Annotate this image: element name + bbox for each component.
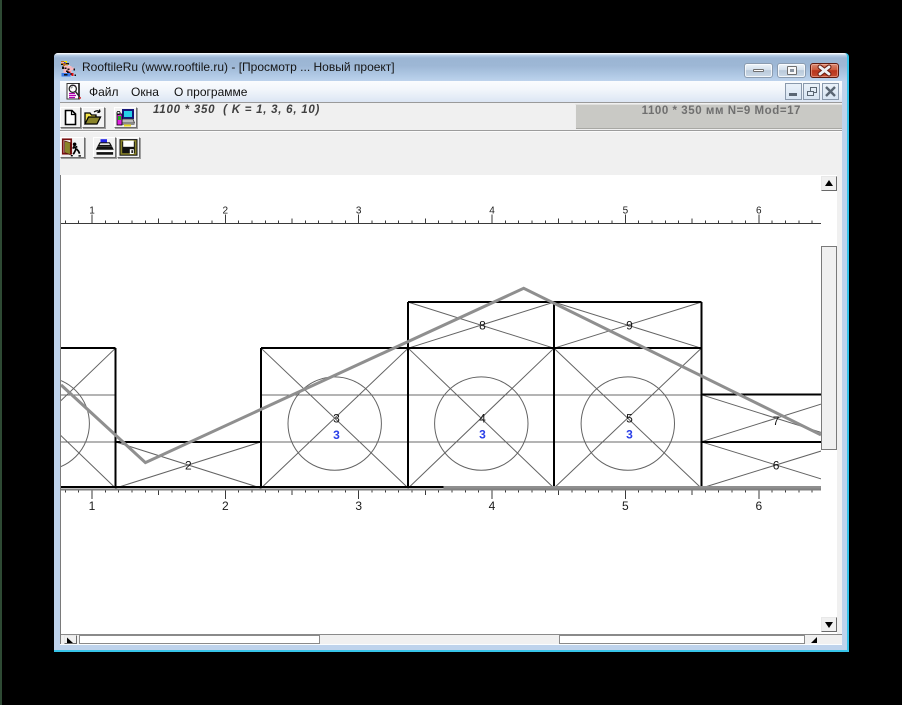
svg-text:1: 1: [88, 499, 95, 513]
svg-text:3: 3: [626, 428, 633, 442]
svg-text:3: 3: [355, 499, 362, 513]
svg-text:3: 3: [479, 428, 486, 442]
svg-text:4: 4: [489, 206, 495, 217]
svg-text:2: 2: [222, 206, 228, 217]
svg-text:3: 3: [333, 428, 340, 442]
svg-text:7: 7: [772, 414, 779, 428]
svg-text:6: 6: [755, 499, 762, 513]
svg-text:8: 8: [479, 319, 486, 333]
svg-text:6: 6: [772, 459, 779, 473]
svg-text:6: 6: [756, 206, 762, 217]
svg-text:5: 5: [622, 206, 628, 217]
svg-text:4: 4: [479, 412, 486, 426]
svg-text:1: 1: [89, 206, 95, 217]
svg-text:2: 2: [184, 459, 191, 473]
svg-text:3: 3: [355, 206, 361, 217]
svg-text:5: 5: [622, 499, 629, 513]
svg-text:5: 5: [626, 412, 633, 426]
svg-text:9: 9: [626, 319, 633, 333]
svg-text:2: 2: [221, 499, 228, 513]
svg-text:3: 3: [333, 412, 340, 426]
svg-text:4: 4: [488, 499, 495, 513]
